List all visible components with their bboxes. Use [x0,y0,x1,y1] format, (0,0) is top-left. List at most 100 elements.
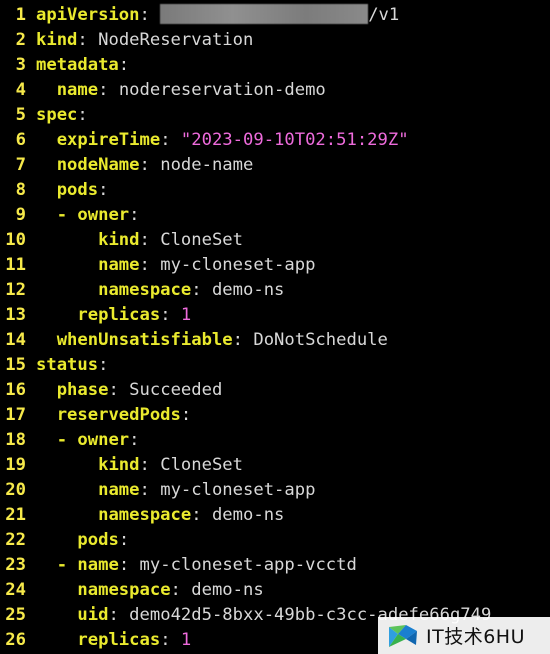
code-content: kind: CloneSet [36,228,243,253]
code-content: namespace: demo-ns [36,278,284,303]
yaml-key: apiVersion [36,5,140,25]
yaml-key: reservedPods [56,405,181,425]
yaml-value: nodereservation-demo [118,80,326,100]
yaml-key: pods [56,180,99,200]
yaml-key: nodeName [56,155,140,175]
yaml-key: replicas [77,630,161,650]
code-content: - name: my-cloneset-app-vcctd [36,553,357,578]
key-separator: : [160,130,171,150]
key-separator: : [108,380,119,400]
yaml-key: expireTime [56,130,161,150]
key-separator: : [98,355,109,375]
code-content: replicas: 1 [36,628,191,653]
code-line[interactable]: 23 - name: my-cloneset-app-vcctd [0,553,550,578]
line-number: 25 [5,605,26,625]
line-number: 8 [15,180,26,200]
code-line[interactable]: 9 - owner: [0,203,550,228]
line-number: 1 [15,5,26,25]
code-line[interactable]: 2 kind: NodeReservation [0,28,550,53]
yaml-value: CloneSet [160,230,244,250]
code-line[interactable]: 15 status: [0,353,550,378]
yaml-value: CloneSet [160,455,244,475]
code-line[interactable]: 10 kind: CloneSet [0,228,550,253]
code-line[interactable]: 22 pods: [0,528,550,553]
line-number: 3 [15,55,26,75]
yaml-key: pods [77,530,119,550]
code-line[interactable]: 17 reservedPods: [0,403,550,428]
key-separator: : [191,505,202,525]
code-line[interactable]: 14 whenUnsatisfiable: DoNotSchedule [0,328,550,353]
line-number: 24 [5,580,26,600]
code-line[interactable]: 16 phase: Succeeded [0,378,550,403]
code-line[interactable]: 11 name: my-cloneset-app [0,253,550,278]
watermark: IT技术6HU [378,617,550,654]
code-content: phase: Succeeded [36,378,223,403]
key-separator: : [180,405,192,425]
code-content: - owner: [36,203,140,228]
line-number: 23 [5,555,26,575]
code-content: expireTime: "2023-09-10T02:51:29Z" [36,128,409,153]
yaml-value: demo-ns [191,580,264,600]
code-content: name: nodereservation-demo [36,78,326,103]
line-number: 21 [5,505,26,525]
line-number: 13 [5,305,26,325]
site-logo-icon [389,624,417,647]
code-line[interactable]: 3 metadata: [0,53,550,78]
key-separator: : [129,205,140,225]
code-line[interactable]: 7 nodeName: node-name [0,153,550,178]
code-line[interactable]: 19 kind: CloneSet [0,453,550,478]
line-number: 11 [5,255,26,275]
key-separator: : [170,580,181,600]
code-content: kind: CloneSet [36,453,243,478]
yaml-key: owner [77,430,130,450]
yaml-key: namespace [77,580,171,600]
key-separator: : [108,605,119,625]
key-separator: : [98,180,109,200]
yaml-key: uid [77,605,109,625]
key-separator: : [160,630,171,650]
code-line[interactable]: 21 namespace: demo-ns [0,503,550,528]
yaml-key: name [98,255,140,275]
line-number: 15 [5,355,26,375]
code-line[interactable]: 13 replicas: 1 [0,303,550,328]
code-line[interactable]: 1 apiVersion: /v1 [0,3,550,28]
yaml-key: metadata [36,55,119,75]
code-content: kind: NodeReservation [36,28,253,53]
code-line[interactable]: 18 - owner: [0,428,550,453]
yaml-value: DoNotSchedule [253,330,388,350]
line-number: 26 [5,630,26,650]
code-content: metadata: [36,53,129,78]
code-line[interactable]: 8 pods: [0,178,550,203]
yaml-value: "2023-09-10T02:51:29Z" [180,130,409,150]
code-line[interactable]: 5 spec: [0,103,550,128]
line-number: 5 [15,105,26,125]
yaml-editor[interactable]: 1 apiVersion: /v1 2 kind: NodeReservation 3 m… [0,3,550,653]
yaml-value: my-cloneset-app [160,480,316,500]
yaml-key: owner [77,205,130,225]
yaml-key: kind [98,455,140,475]
code-line[interactable]: 6 expireTime: "2023-09-10T02:51:29Z" [0,128,550,153]
code-line[interactable]: 4 name: nodereservation-demo [0,78,550,103]
line-number: 22 [5,530,26,550]
key-separator: : [77,105,88,125]
key-separator: : [139,480,150,500]
code-content: pods: [36,178,109,203]
code-line[interactable]: 12 namespace: demo-ns [0,278,550,303]
yaml-key: namespace [98,505,192,525]
code-content: spec: [36,103,88,128]
code-content: - owner: [36,428,140,453]
code-line[interactable]: 24 namespace: demo-ns [0,578,550,603]
code-content: nodeName: node-name [36,153,254,178]
code-line[interactable]: 20 name: my-cloneset-app [0,478,550,503]
yaml-value: my-cloneset-app-vcctd [139,555,357,575]
yaml-key: name [56,80,99,100]
